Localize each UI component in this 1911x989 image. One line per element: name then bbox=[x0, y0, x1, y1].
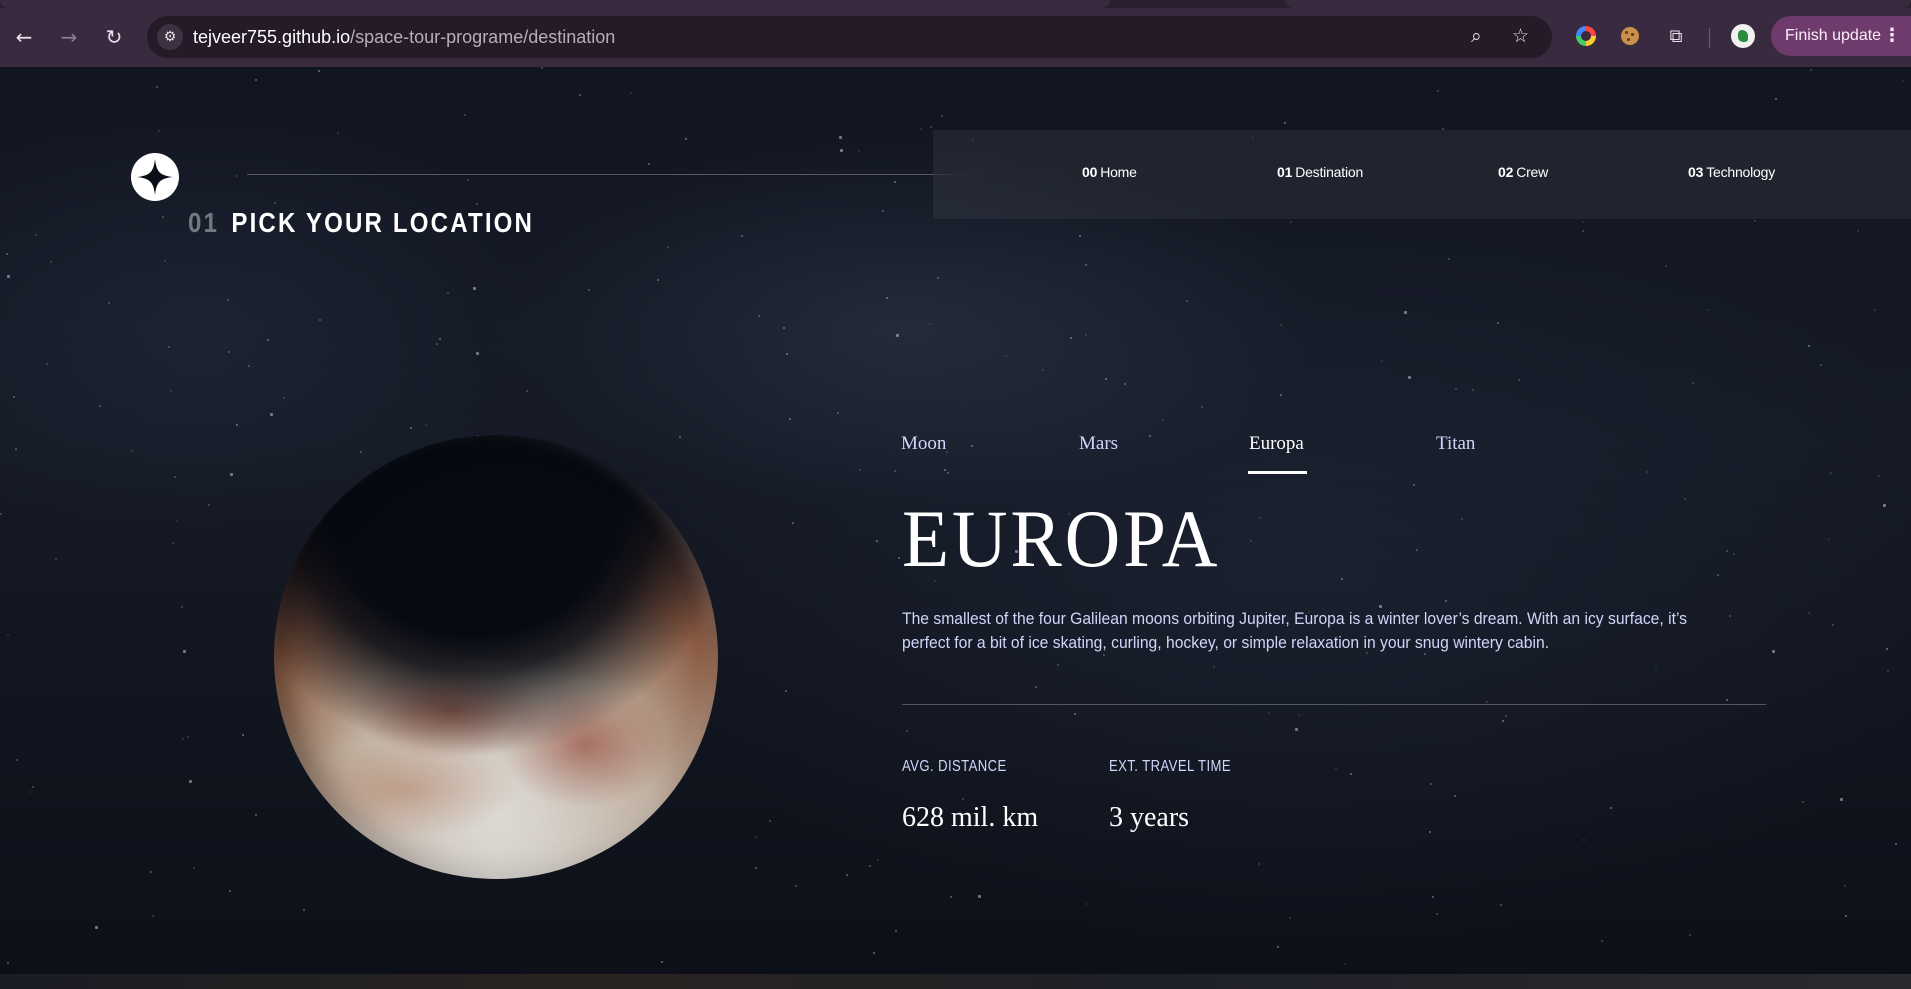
nav-item-label: Destination bbox=[1295, 164, 1364, 180]
browser-chrome: ← → ↻ ⚙ tejveer755.github.io/space-tour-… bbox=[0, 0, 1911, 67]
url-text[interactable]: tejveer755.github.io/space-tour-programe… bbox=[193, 27, 615, 48]
bookmark-star-icon[interactable]: ☆ bbox=[1512, 25, 1529, 47]
nav-item-number: 01 bbox=[1277, 164, 1293, 180]
stats-divider bbox=[902, 704, 1766, 705]
url-path: /space-tour-programe/destination bbox=[350, 27, 616, 47]
finish-update-label: Finish update bbox=[1785, 27, 1882, 44]
bottom-image-edge bbox=[0, 974, 1911, 989]
nav-item-crew[interactable]: 02 Crew bbox=[1498, 164, 1548, 180]
browser-tab[interactable] bbox=[1285, 0, 1911, 8]
browser-tab[interactable] bbox=[0, 0, 1110, 8]
nav-item-number: 02 bbox=[1498, 164, 1514, 180]
nav-item-label: Crew bbox=[1516, 164, 1549, 180]
finish-update-button[interactable]: Finish update ⋮ bbox=[1771, 16, 1911, 56]
extensions-puzzle-icon[interactable]: ⧉ bbox=[1663, 23, 1689, 49]
site-info-icon[interactable]: ⚙ bbox=[157, 24, 183, 50]
tab-mars[interactable]: Mars bbox=[1079, 433, 1118, 455]
zoom-icon[interactable]: ⌕ bbox=[1471, 25, 1482, 47]
destination-description: The smallest of the four Galilean moons … bbox=[902, 610, 1687, 652]
nav-item-label: Home bbox=[1100, 164, 1137, 180]
color-extension-icon[interactable] bbox=[1573, 23, 1599, 49]
page-title: 01 PICK YOUR LOCATION bbox=[188, 207, 534, 239]
nav-item-home[interactable]: 00 Home bbox=[1082, 164, 1137, 180]
tab-moon[interactable]: Moon bbox=[901, 433, 946, 455]
header-divider bbox=[247, 174, 995, 175]
primary-navigation: 00 Home 01 Destination 02 Crew 03 Technology bbox=[933, 130, 1911, 219]
nav-item-number: 00 bbox=[1082, 164, 1098, 180]
site-logo-icon[interactable] bbox=[131, 153, 179, 201]
more-menu-icon[interactable]: ⋮ bbox=[1883, 25, 1901, 46]
avg-distance-value: 628 mil. km bbox=[902, 802, 1039, 833]
cookie-extension-icon[interactable] bbox=[1617, 23, 1643, 49]
profile-avatar[interactable] bbox=[1731, 24, 1755, 48]
toolbar-separator bbox=[1709, 28, 1710, 48]
reload-icon[interactable]: ↻ bbox=[99, 22, 129, 52]
page-title-number: 01 bbox=[188, 207, 220, 238]
tab-titan[interactable]: Titan bbox=[1436, 433, 1475, 455]
url-host: tejveer755.github.io bbox=[193, 27, 351, 47]
destination-name: EUROPA bbox=[902, 493, 1221, 584]
travel-time-value: 3 years bbox=[1109, 802, 1190, 833]
nav-item-destination[interactable]: 01 Destination bbox=[1277, 164, 1363, 180]
nav-item-label: Technology bbox=[1706, 164, 1776, 180]
tab-strip bbox=[0, 0, 1911, 8]
page-title-text: PICK YOUR LOCATION bbox=[231, 207, 535, 238]
travel-time-label: EXT. TRAVEL TIME bbox=[1109, 758, 1232, 775]
tab-europa[interactable]: Europa bbox=[1249, 433, 1304, 455]
back-arrow-icon[interactable]: ← bbox=[9, 22, 39, 52]
forward-arrow-icon[interactable]: → bbox=[54, 22, 84, 52]
europa-planet-image bbox=[274, 435, 718, 879]
nav-item-technology[interactable]: 03 Technology bbox=[1688, 164, 1775, 180]
avg-distance-label: AVG. DISTANCE bbox=[902, 758, 1007, 775]
nav-item-number: 03 bbox=[1688, 164, 1704, 180]
active-tab-indicator bbox=[1248, 471, 1307, 474]
address-bar[interactable]: ⚙ tejveer755.github.io/space-tour-progra… bbox=[147, 16, 1552, 58]
